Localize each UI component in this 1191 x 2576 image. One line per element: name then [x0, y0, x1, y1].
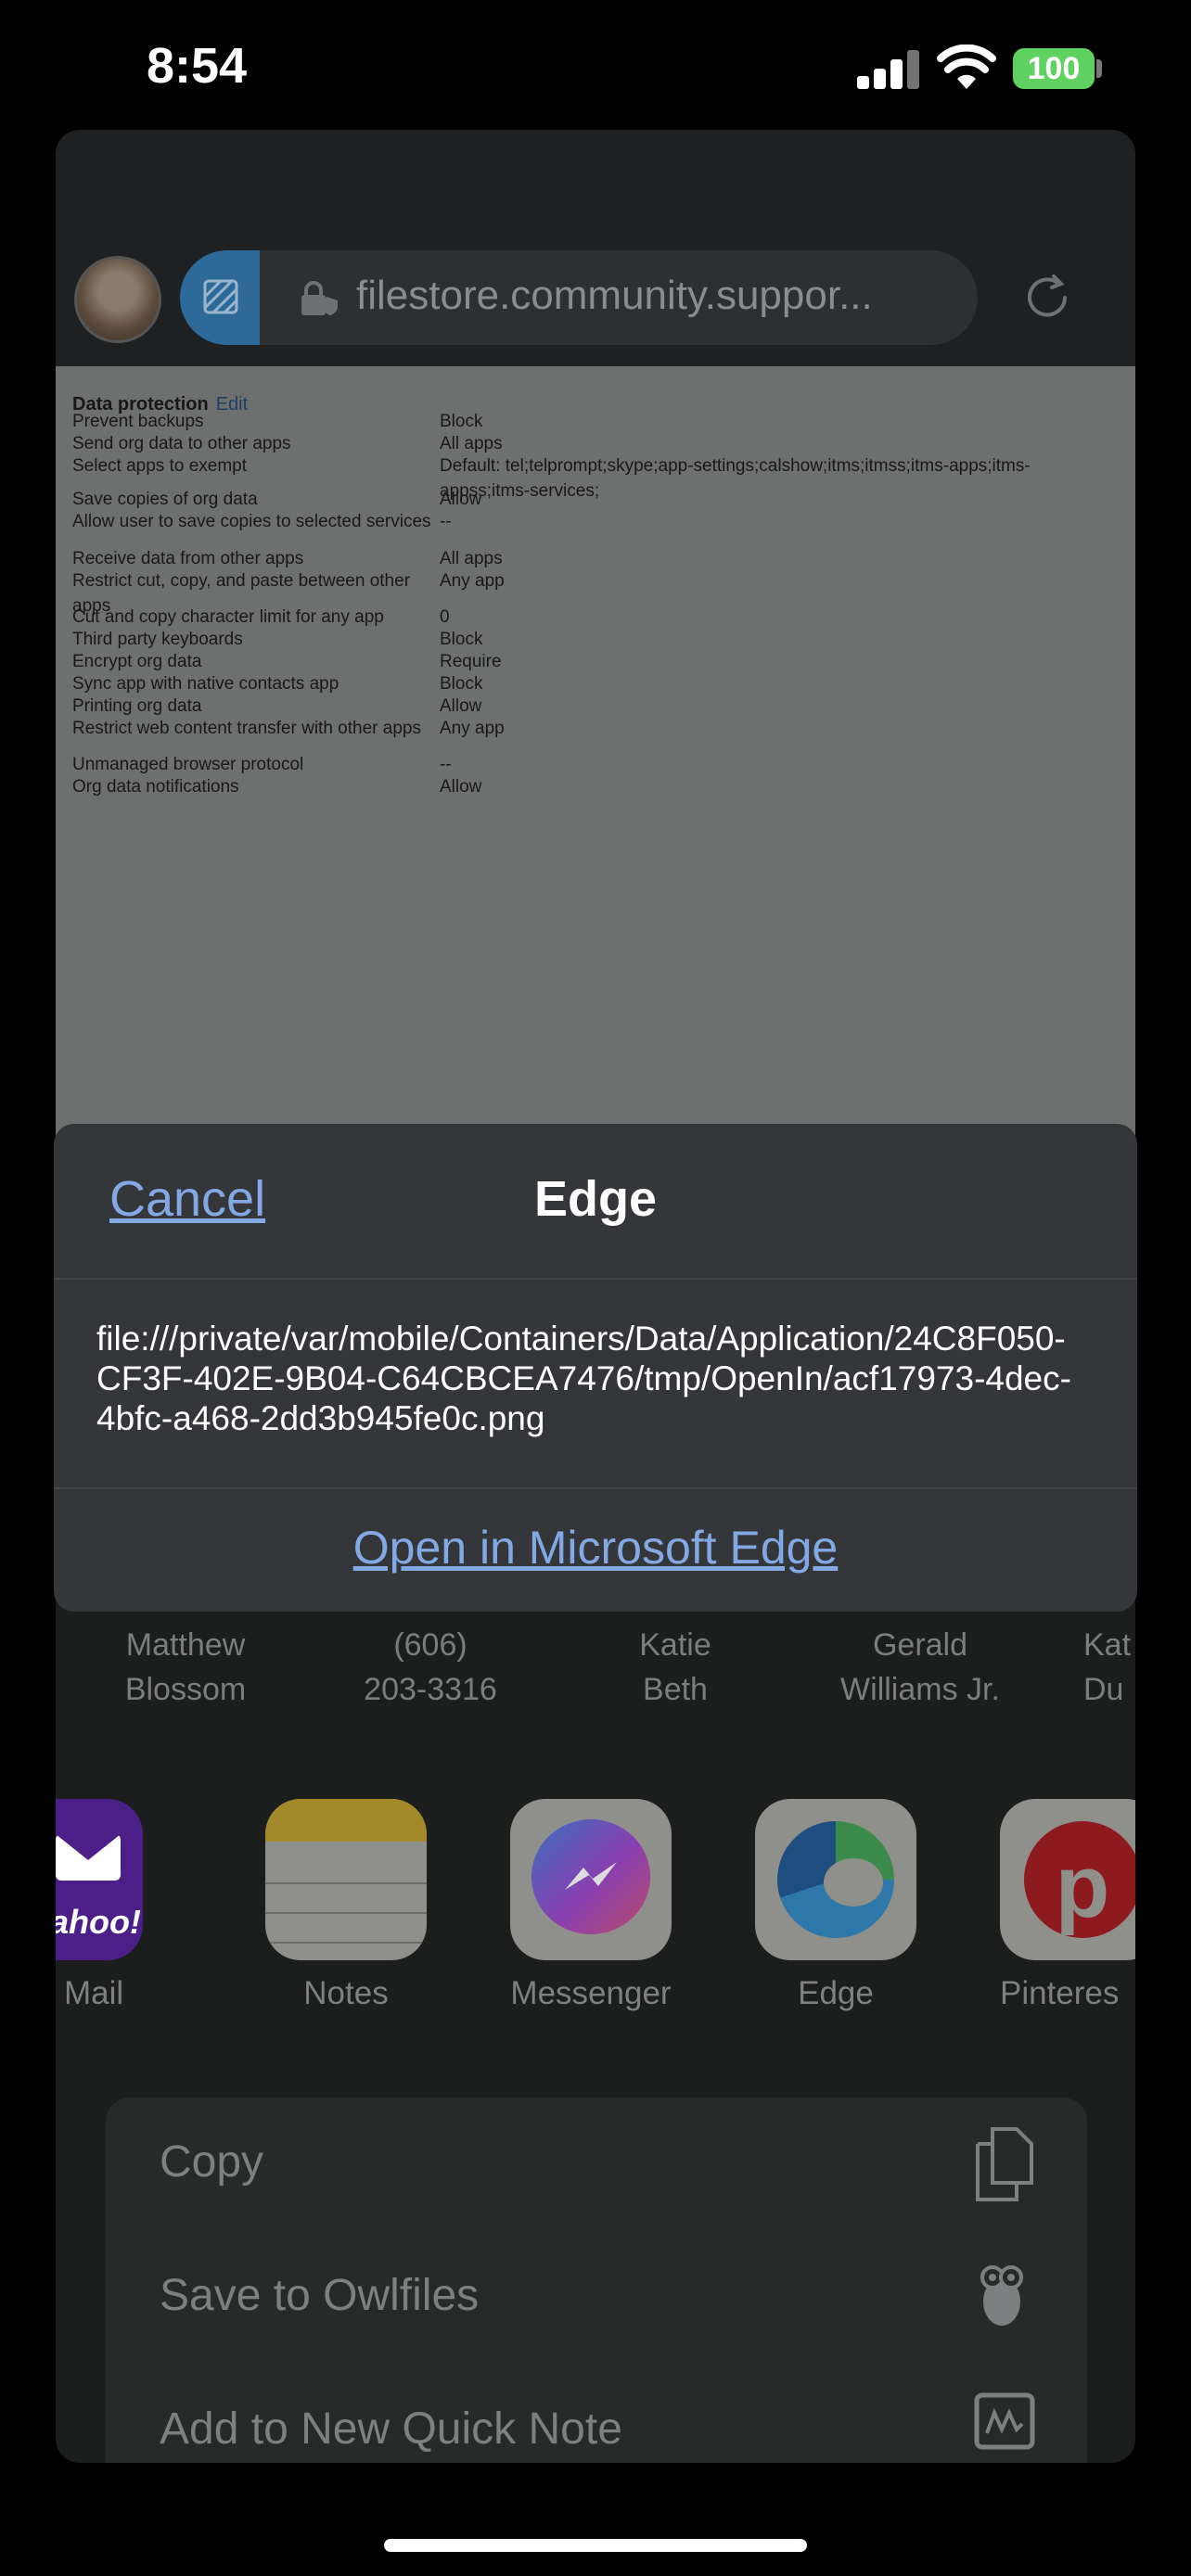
- app-label: Messenger: [510, 1975, 672, 2011]
- contact-katie-beth[interactable]: Katie Beth: [573, 1623, 777, 1712]
- contact-name-line2: Blossom: [124, 1672, 247, 1707]
- lock-icon: [301, 281, 338, 315]
- contact-name-line2: Williams Jr.: [840, 1672, 1000, 1707]
- address-bar[interactable]: filestore.community.suppor...: [180, 250, 978, 345]
- settings-row-label: Select apps to exempt: [72, 456, 247, 476]
- copy-icon: [976, 2127, 1033, 2201]
- cancel-button[interactable]: Cancel: [109, 1170, 265, 1228]
- settings-row-label: Org data notifications: [72, 777, 239, 797]
- settings-row-value: All apps: [440, 434, 503, 453]
- browser-header: filestore.community.suppor...: [56, 130, 1135, 366]
- reload-icon[interactable]: [1020, 271, 1074, 325]
- app-label: hoo Mail: [56, 1975, 124, 2011]
- notes-icon: [265, 1799, 427, 1960]
- settings-row-label: Sync app with native contacts app: [72, 674, 339, 694]
- wifi-icon: [937, 45, 996, 89]
- settings-row-label: Cut and copy character limit for any app: [72, 607, 384, 627]
- settings-row-label: Send org data to other apps: [72, 434, 291, 453]
- yahoo-mail-icon: yahoo!: [56, 1799, 143, 1960]
- settings-row-label: Printing org data: [72, 696, 202, 716]
- tab-switcher[interactable]: [180, 250, 260, 345]
- quick-note-icon: [974, 2392, 1035, 2450]
- app-label: Notes: [303, 1975, 389, 2011]
- action-save-to-owlfiles[interactable]: Save to Owlfiles: [160, 2270, 479, 2321]
- settings-row-label: Receive data from other apps: [72, 549, 304, 568]
- app-label: Pinteres: [1000, 1975, 1120, 2011]
- settings-row-label: Encrypt org data: [72, 652, 202, 671]
- yahoo-logo-text: yahoo!: [56, 1903, 141, 1941]
- app-messenger[interactable]: Messenger: [510, 1799, 672, 2011]
- app-yahoo-mail[interactable]: yahoo! hoo Mail: [56, 1799, 143, 2011]
- settings-row-value: --: [440, 755, 452, 774]
- settings-row-value: Any app: [440, 719, 505, 738]
- contact-gerald-williams[interactable]: Gerald Williams Jr.: [818, 1623, 1022, 1712]
- file-path-text: file:///private/var/mobile/Containers/Da…: [96, 1320, 1071, 1437]
- contact-name-line1: (606): [393, 1627, 467, 1663]
- pinterest-icon: p: [1000, 1799, 1135, 1960]
- open-in-edge-button[interactable]: Open in Microsoft Edge: [54, 1521, 1137, 1575]
- contact-phone[interactable]: (606) 203-3316: [328, 1623, 532, 1712]
- settings-row-label: Allow user to save copies to selected se…: [72, 512, 431, 531]
- settings-row-label: Save copies of org data: [72, 490, 258, 509]
- contact-name-line1: Katie: [639, 1627, 711, 1663]
- divider: [54, 1487, 1137, 1489]
- settings-row-label: Prevent backups: [72, 412, 204, 431]
- owl-icon: [980, 2265, 1023, 2326]
- edge-icon: [755, 1799, 916, 1960]
- url-text: filestore.community.suppor...: [356, 273, 873, 318]
- avatar[interactable]: [74, 256, 161, 343]
- settings-row-value: --: [440, 512, 452, 531]
- home-indicator: [384, 2539, 807, 2552]
- settings-row-value: Allow: [440, 490, 482, 509]
- contact-matthew-blossom[interactable]: Matthew Blossom: [83, 1623, 288, 1712]
- contact-name-line1: Matthew: [125, 1627, 246, 1663]
- contact-name-line2: 203-3316: [364, 1672, 497, 1707]
- app-pinterest[interactable]: p Pinteres: [1000, 1799, 1135, 2011]
- action-copy[interactable]: Copy: [160, 2136, 263, 2187]
- settings-row-value: Block: [440, 412, 483, 431]
- settings-row-value: All apps: [440, 549, 503, 568]
- settings-row-label: Restrict web content transfer with other…: [72, 719, 421, 738]
- settings-row-label: Unmanaged browser protocol: [72, 755, 304, 774]
- signal-icon: [857, 50, 920, 89]
- contact-partial[interactable]: Kat Du: [1083, 1623, 1135, 1712]
- settings-row-value: Require: [440, 652, 502, 671]
- tabs-icon: [203, 279, 238, 314]
- messenger-icon: [510, 1799, 672, 1960]
- contact-name-line2: Du: [1083, 1672, 1124, 1707]
- app-notes[interactable]: Notes: [265, 1799, 427, 2011]
- status-time: 8:54: [147, 38, 248, 94]
- open-in-alert: Edge Cancel file:///private/var/mobile/C…: [54, 1124, 1137, 1612]
- divider: [54, 1278, 1137, 1280]
- contact-name-line1: Kat: [1083, 1627, 1132, 1663]
- settings-row-value: Block: [440, 630, 483, 649]
- action-add-quick-note[interactable]: Add to New Quick Note: [160, 2404, 622, 2455]
- settings-row-value: 0: [440, 607, 450, 627]
- battery-tip: [1096, 59, 1102, 78]
- contact-name-line1: Gerald: [872, 1627, 968, 1663]
- settings-row-value: Allow: [440, 777, 482, 797]
- settings-row-value: Block: [440, 674, 483, 694]
- settings-row-value: Allow: [440, 696, 482, 716]
- app-label: Edge: [798, 1975, 874, 2011]
- status-bar: 8:54 100: [0, 0, 1191, 130]
- action-list: Copy Save to Owlfiles Add to New Quick N…: [106, 2098, 1087, 2463]
- battery-indicator: 100: [1013, 48, 1095, 89]
- contact-name-line2: Beth: [643, 1672, 708, 1707]
- settings-row-value: Any app: [440, 571, 505, 591]
- app-edge[interactable]: Edge: [755, 1799, 916, 2011]
- settings-row-label: Third party keyboards: [72, 630, 243, 649]
